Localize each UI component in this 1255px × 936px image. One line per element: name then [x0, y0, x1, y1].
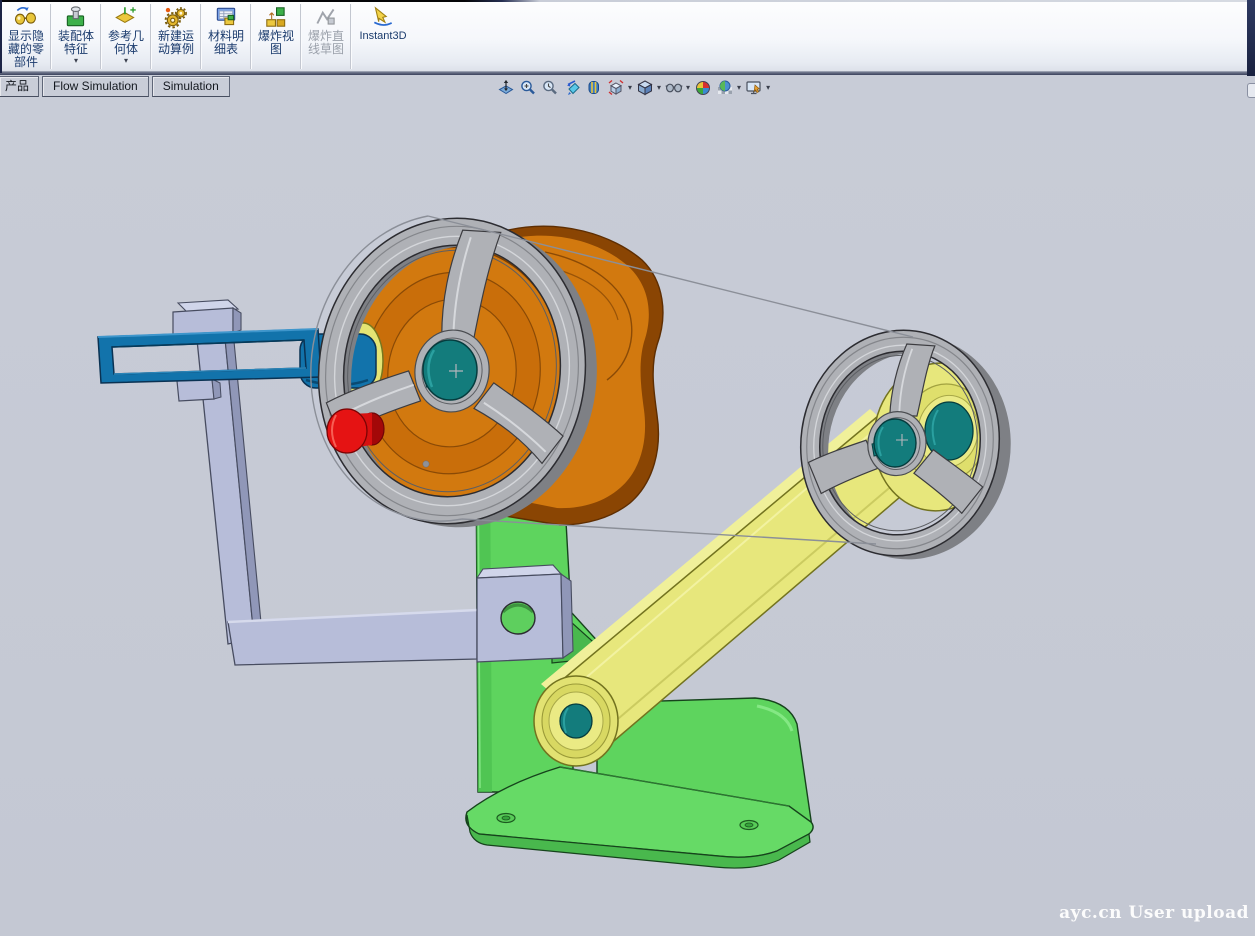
assembly-features-button[interactable]: 装配体 特征 ▾: [53, 2, 99, 71]
explode-line-sketch-icon: [313, 4, 339, 30]
command-manager: 显示隐 藏的零 部件 装配体 特征 ▾: [0, 2, 1255, 72]
hide-show-items-caret[interactable]: ▾: [686, 83, 690, 92]
bill-of-materials-button[interactable]: 材料明 细表: [203, 2, 249, 71]
toolbar-separator: [200, 4, 202, 69]
toolbar-separator: [300, 4, 302, 69]
view-settings-caret[interactable]: ▾: [766, 83, 770, 92]
instant3d-icon: [370, 4, 396, 30]
toolbar-separator: [350, 4, 352, 69]
exploded-view-icon: [263, 4, 289, 30]
button-label: Instant3D: [359, 30, 406, 43]
window-left-edge: [0, 0, 2, 73]
hide-show-items-icon[interactable]: [665, 79, 683, 96]
toolbar-separator: [250, 4, 252, 69]
view-settings-icon[interactable]: [745, 79, 763, 96]
document-tabbar: 产品 Flow Simulation Simulation: [0, 76, 233, 97]
show-hidden-components-icon: [13, 4, 39, 30]
view-orientation-caret[interactable]: ▾: [628, 83, 632, 92]
toolbar-separator: [150, 4, 152, 69]
reference-geometry-icon: [113, 4, 139, 30]
section-view-icon[interactable]: [563, 79, 581, 96]
apply-scene-caret[interactable]: ▾: [737, 83, 741, 92]
new-motion-study-button[interactable]: 新建运 动算例: [153, 2, 199, 71]
previous-view-icon[interactable]: [541, 79, 559, 96]
instant3d-button[interactable]: Instant3D: [353, 2, 413, 71]
task-pane-stub[interactable]: [1247, 83, 1255, 98]
button-label: 部件: [14, 56, 38, 69]
view-orientation-icon[interactable]: [607, 79, 625, 96]
large-pulley-hub[interactable]: [423, 340, 477, 400]
button-label: 线草图: [308, 43, 344, 56]
reference-geometry-button[interactable]: 参考几 何体 ▾: [103, 2, 149, 71]
assembly-features-icon: [63, 4, 89, 30]
graphics-area[interactable]: 产品 Flow Simulation Simulation: [0, 75, 1255, 936]
zoom-to-area-icon[interactable]: [519, 79, 537, 96]
tab-flow-simulation[interactable]: Flow Simulation: [42, 76, 149, 97]
dropdown-caret[interactable]: ▾: [124, 57, 128, 64]
exploded-view-button[interactable]: 爆炸视 图: [253, 2, 299, 71]
3d-drawing-view-icon[interactable]: [585, 79, 603, 96]
zoom-to-fit-icon[interactable]: [497, 79, 515, 96]
toolbar-separator: [50, 4, 52, 69]
button-label: 图: [270, 43, 282, 56]
show-hidden-components-button[interactable]: 显示隐 藏的零 部件: [3, 2, 49, 71]
display-style-caret[interactable]: ▾: [657, 83, 661, 92]
bill-of-materials-icon: [213, 4, 239, 30]
tab-simulation[interactable]: Simulation: [152, 76, 230, 97]
dropdown-caret[interactable]: ▾: [74, 57, 78, 64]
heads-up-view-toolbar: ▾ ▾ ▾ ▾ ▾: [497, 79, 770, 96]
button-label: 细表: [214, 43, 238, 56]
toolbar-separator: [100, 4, 102, 69]
tab-product[interactable]: 产品: [0, 76, 39, 97]
edit-appearance-icon[interactable]: [694, 79, 712, 96]
apply-scene-icon[interactable]: [716, 79, 734, 96]
button-label: 何体: [114, 43, 138, 56]
arm-hole: [501, 602, 535, 634]
solidworks-window: 显示隐 藏的零 部件 装配体 特征 ▾: [0, 0, 1255, 936]
origin-point: [423, 461, 429, 467]
button-label: 动算例: [158, 43, 194, 56]
small-pulley-hub: [874, 419, 916, 467]
watermark-text: ayc.cn User upload: [1059, 903, 1249, 923]
new-motion-study-icon: [163, 4, 189, 30]
assembly-model[interactable]: [0, 75, 1255, 936]
explode-line-sketch-button[interactable]: 爆炸直 线草图: [303, 2, 349, 71]
display-style-icon[interactable]: [636, 79, 654, 96]
button-label: 特征: [64, 43, 88, 56]
window-right-edge: [1247, 0, 1255, 76]
